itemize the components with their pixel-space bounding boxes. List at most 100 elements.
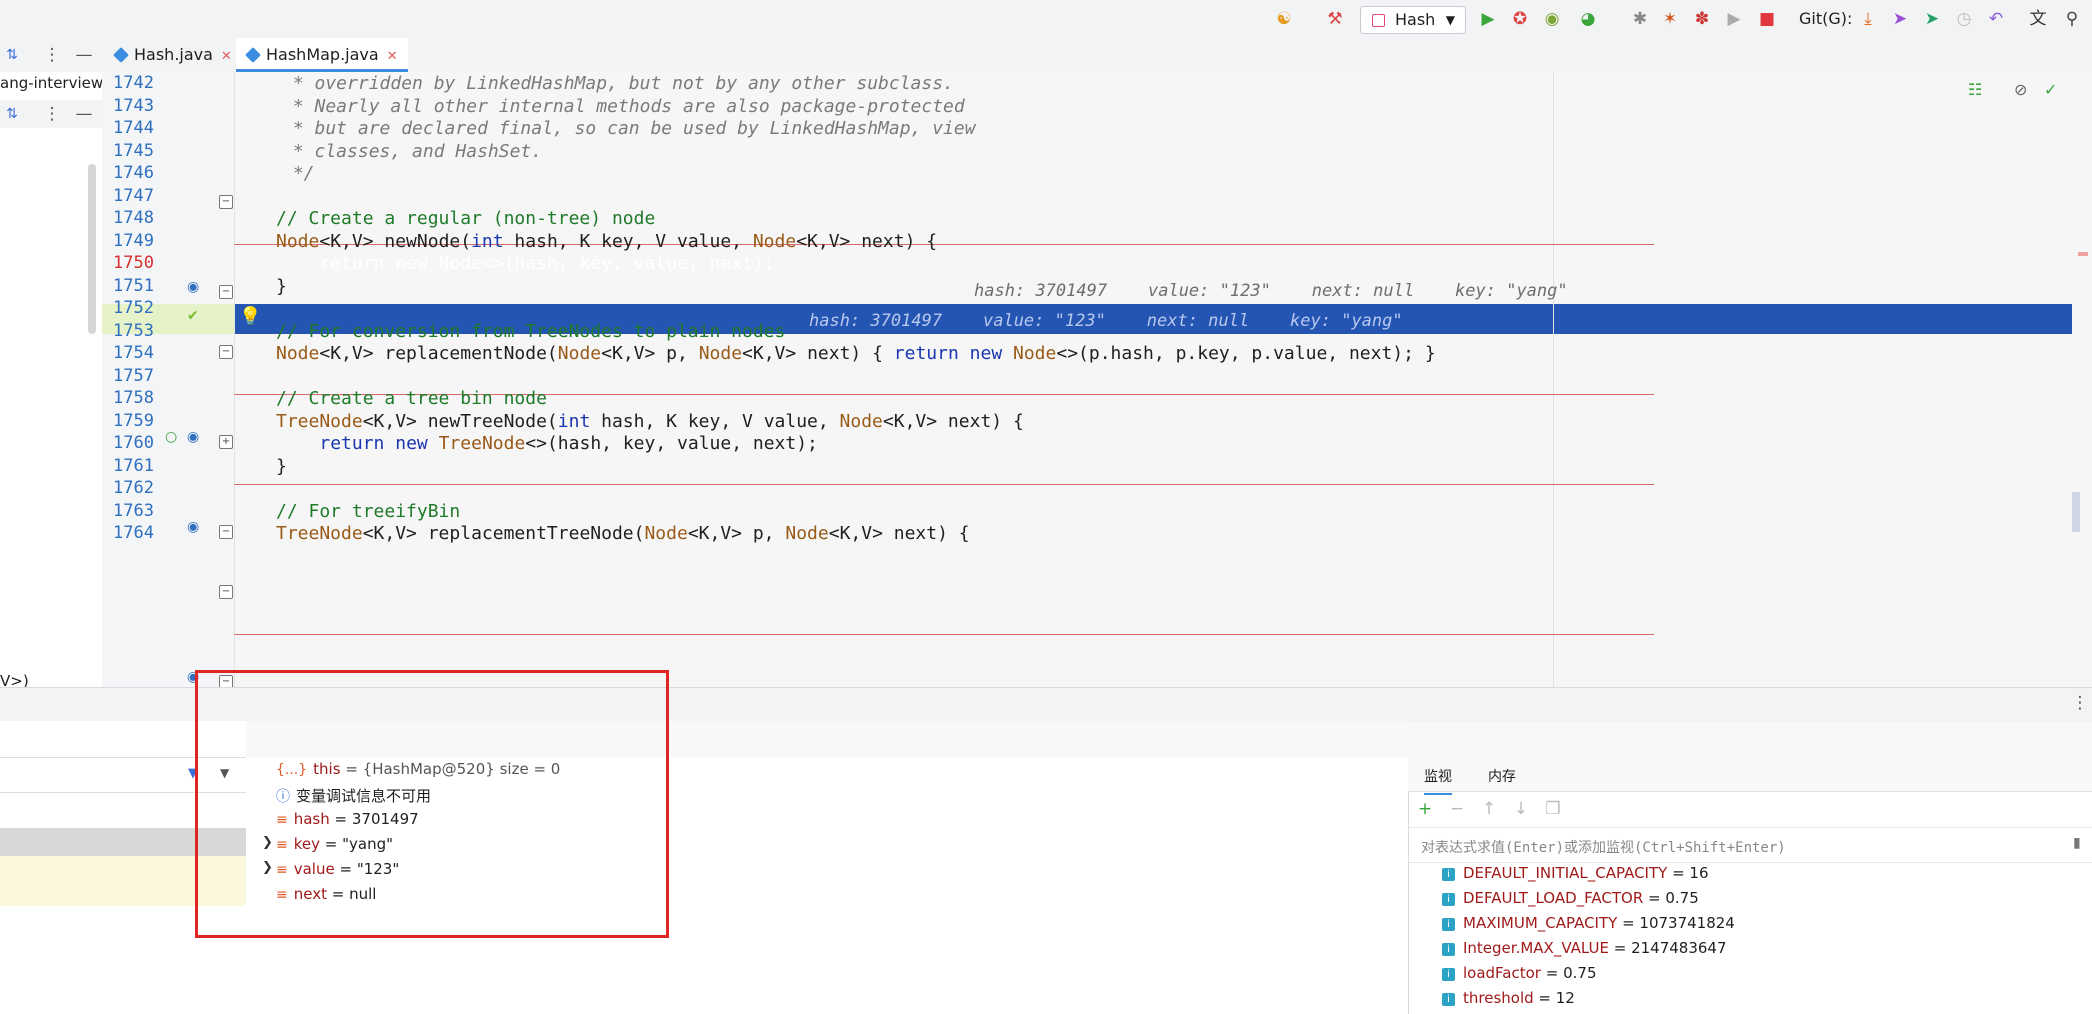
expand-icon[interactable]: +: [219, 435, 233, 449]
resume-icon[interactable]: ▶: [1724, 9, 1744, 29]
tab-hashmap-java[interactable]: HashMap.java ✕: [236, 38, 408, 72]
git-rollback-icon[interactable]: ↶: [1986, 9, 2006, 29]
watch-item[interactable]: i MAXIMUM_CAPACITY = 1073741824: [1442, 914, 1735, 932]
close-icon[interactable]: ✕: [387, 49, 398, 64]
attach-icon[interactable]: ✱: [1630, 9, 1650, 29]
line-number[interactable]: 1746: [102, 163, 154, 183]
code-line[interactable]: // For conversion from TreeNodes to plai…: [276, 321, 785, 342]
line-number[interactable]: 1745: [102, 141, 154, 161]
line-number[interactable]: 1748: [102, 208, 154, 228]
code-line[interactable]: }: [276, 456, 287, 477]
close-icon[interactable]: ✕: [221, 49, 232, 64]
more-options-icon[interactable]: ⋮: [42, 45, 62, 65]
line-number[interactable]: 1750: [102, 253, 154, 273]
line-number[interactable]: 1744: [102, 118, 154, 138]
line-number[interactable]: 1764: [102, 523, 154, 543]
code-line[interactable]: * overridden by LinkedHashMap, but not b…: [282, 73, 954, 94]
watch-item[interactable]: i Integer.MAX_VALUE = 2147483647: [1442, 939, 1727, 957]
line-number[interactable]: 1753: [102, 321, 154, 341]
code-line[interactable]: TreeNode<K,V> replacementTreeNode(Node<K…: [276, 523, 970, 544]
arrow-down-icon[interactable]: ↓: [1511, 799, 1531, 819]
code-line[interactable]: * classes, and HashSet.: [282, 141, 542, 162]
breakpoint-check-icon[interactable]: ✔: [187, 308, 199, 324]
collapse-icon[interactable]: ⇅: [2, 104, 22, 124]
line-number[interactable]: 1761: [102, 456, 154, 476]
search-icon[interactable]: ⚲: [2062, 9, 2082, 29]
line-number[interactable]: 1743: [102, 96, 154, 116]
bookmark-icon[interactable]: ▮: [2073, 835, 2081, 851]
line-number[interactable]: 1758: [102, 388, 154, 408]
git-update-icon[interactable]: ⤓: [1858, 9, 1878, 29]
override-marker-icon[interactable]: ◉: [187, 519, 199, 535]
line-number[interactable]: 1760: [102, 433, 154, 453]
git-history-icon[interactable]: ◷: [1954, 9, 1974, 29]
watch-item[interactable]: i DEFAULT_INITIAL_CAPACITY = 16: [1442, 864, 1709, 882]
hide-icon[interactable]: ⊘: [2014, 80, 2027, 99]
profile-icon[interactable]: ◕: [1578, 9, 1598, 29]
minimize-icon[interactable]: —: [74, 45, 94, 65]
fold-icon[interactable]: −: [219, 585, 233, 599]
more-options-icon[interactable]: ⋮: [42, 104, 62, 124]
line-number[interactable]: 1742: [102, 73, 154, 93]
git-commit-icon[interactable]: ➤: [1890, 9, 1910, 29]
code-line[interactable]: * but are declared final, so can be used…: [282, 118, 976, 139]
check-icon[interactable]: ✓: [2044, 80, 2057, 99]
tree-item-fragment[interactable]: V>): [0, 672, 29, 687]
code-line[interactable]: Node<K,V> replacementNode(Node<K,V> p, N…: [276, 343, 1436, 364]
code-line[interactable]: return new TreeNode<>(hash, key, value, …: [276, 433, 818, 454]
intention-bulb-icon[interactable]: 💡: [239, 306, 261, 327]
debug-icon[interactable]: ✪: [1510, 9, 1530, 29]
tab-hash-java[interactable]: Hash.java ✕: [113, 38, 232, 72]
remove-icon[interactable]: −: [1447, 799, 1467, 819]
override-marker-icon[interactable]: ◉: [187, 429, 199, 445]
tab-watch[interactable]: 监视: [1424, 766, 1452, 795]
watch-item[interactable]: i loadFactor = 0.75: [1442, 964, 1597, 982]
code-editor[interactable]: 1742 * overridden by LinkedHashMap, but …: [102, 72, 2072, 687]
reader-mode-icon[interactable]: ☷: [1968, 80, 1982, 99]
stop-icon[interactable]: ■: [1757, 9, 1777, 29]
hotswap-icon[interactable]: ✶: [1660, 9, 1680, 29]
code-line[interactable]: // Create a regular (non-tree) node: [276, 208, 655, 229]
run-icon[interactable]: ▶: [1478, 9, 1498, 29]
line-number[interactable]: 1751: [102, 276, 154, 296]
code-line[interactable]: * Nearly all other internal methods are …: [282, 96, 965, 117]
run-config-select[interactable]: Hash ▼: [1360, 6, 1466, 34]
build-hammer-icon[interactable]: ⚒: [1325, 9, 1345, 29]
scrollbar[interactable]: [88, 164, 96, 334]
fold-icon[interactable]: −: [219, 285, 233, 299]
coverage-icon[interactable]: ◉: [1542, 9, 1562, 29]
line-number[interactable]: 1762: [102, 478, 154, 498]
copy-icon[interactable]: ❐: [1543, 799, 1563, 819]
line-number[interactable]: 1747: [102, 186, 154, 206]
line-number[interactable]: 1754: [102, 343, 154, 363]
watch-expression-field[interactable]: 对表达式求值(Enter)或添加监视(Ctrl+Shift+Enter) ▮: [1409, 827, 2092, 863]
code-line[interactable]: return new Node<>(hash, key, value, next…: [276, 253, 774, 274]
code-line[interactable]: */: [282, 163, 315, 184]
line-number[interactable]: 1749: [102, 231, 154, 251]
line-number[interactable]: 1757: [102, 366, 154, 386]
implemented-marker-icon[interactable]: ○: [165, 429, 177, 445]
fold-icon[interactable]: −: [219, 525, 233, 539]
code-line[interactable]: // Create a tree bin node: [276, 388, 547, 409]
tab-memory[interactable]: 内存: [1488, 766, 1516, 786]
line-number[interactable]: 1759: [102, 411, 154, 431]
git-push-icon[interactable]: ➤: [1922, 9, 1942, 29]
minimize-icon[interactable]: —: [74, 104, 94, 124]
fold-icon[interactable]: −: [219, 195, 233, 209]
scroll-thumb[interactable]: [2072, 492, 2080, 532]
collapse-icon[interactable]: ⇅: [2, 45, 22, 65]
user-icon[interactable]: ☯: [1274, 9, 1294, 29]
more-options-icon[interactable]: ⋮: [2070, 693, 2090, 713]
code-line[interactable]: }: [276, 276, 287, 297]
line-number[interactable]: 1752: [102, 298, 154, 318]
code-line[interactable]: Node<K,V> newNode(int hash, K key, V val…: [276, 231, 937, 252]
error-stripe[interactable]: [2072, 72, 2092, 687]
override-marker-icon[interactable]: ◉: [187, 279, 199, 295]
code-line[interactable]: TreeNode<K,V> newTreeNode(int hash, K ke…: [276, 411, 1024, 432]
project-breadcrumb[interactable]: ang-interview: [0, 74, 102, 92]
code-line[interactable]: // For treeifyBin: [276, 501, 460, 522]
line-number[interactable]: 1763: [102, 501, 154, 521]
plugin-icon[interactable]: ✽: [1692, 9, 1712, 29]
add-icon[interactable]: +: [1415, 799, 1435, 819]
arrow-up-icon[interactable]: ↑: [1479, 799, 1499, 819]
